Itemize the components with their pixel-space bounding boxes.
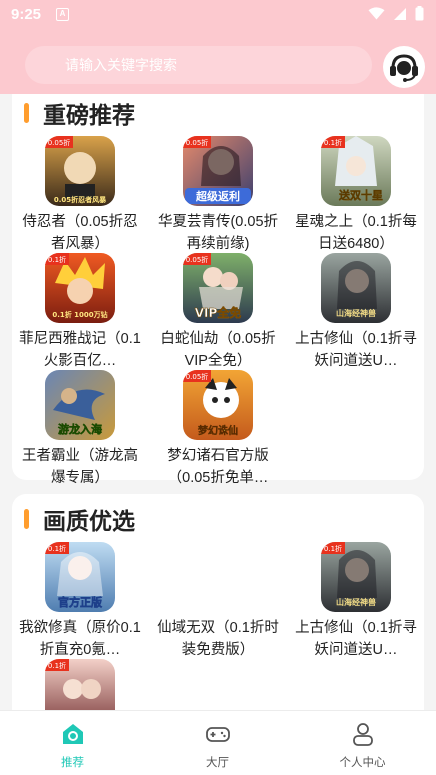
game-badge: 0.05折	[186, 255, 209, 264]
game-item[interactable]: 0.05折 梦幻诛仙 梦幻诸石官方版（0.05折免单…	[150, 370, 286, 489]
game-icon	[183, 542, 253, 612]
tab-recommend[interactable]: 推荐	[0, 711, 145, 775]
tab-label: 大厅	[206, 757, 229, 769]
game-badge: 0.1折	[324, 138, 342, 147]
home-icon	[62, 724, 83, 744]
game-item[interactable]: 0.1折 官方正版 我欲修真（原价0.1折直充0氪…	[12, 542, 148, 661]
game-caption: 送双十星	[338, 188, 383, 202]
top-header	[0, 32, 436, 94]
section-card-quality: 画质优选 0.1折 官方正版 我欲修真（原价0.1折直充0氪… 仙域无双（0.1…	[12, 494, 424, 710]
game-item[interactable]: 0.05折 VIP全免 白蛇仙劫（0.05折VIP全免）	[150, 253, 286, 372]
game-item[interactable]: 0.1折	[12, 659, 148, 710]
game-item[interactable]: 0.1折 山海经神兽 上古修仙（0.1折寻妖问道送U…	[288, 542, 424, 661]
game-caption: 山海经神兽	[336, 308, 376, 318]
game-badge: 0.05折	[48, 138, 71, 147]
game-icon: 0.1折 官方正版	[45, 542, 115, 612]
section-card-featured: 重磅推荐 0.05折 0.05折忍者风暴 侍忍者（0.05折忍者风暴） 0.05…	[12, 94, 424, 486]
person-icon	[352, 723, 373, 746]
game-icon: 0.1折 山海经神兽	[321, 542, 391, 612]
game-badge: 0.1折	[324, 544, 342, 553]
game-item[interactable]: 0.05折 0.05折忍者风暴 侍忍者（0.05折忍者风暴）	[12, 136, 148, 255]
game-icon: 0.1折 0.1折 1000万钻	[45, 253, 115, 323]
game-icon: 0.05折 VIP全免	[183, 253, 253, 323]
game-name: 梦幻诸石官方版（0.05折免单…	[167, 448, 269, 486]
game-item[interactable]: 仙域无双（0.1折时装免费版）	[150, 542, 286, 661]
section-title: 重磅推荐	[43, 102, 135, 128]
section-accent-bar	[24, 103, 29, 123]
customer-service-button[interactable]	[383, 46, 425, 88]
search-box[interactable]	[25, 46, 372, 84]
search-input[interactable]	[25, 46, 372, 84]
game-icon: 游龙入海	[45, 370, 115, 440]
game-caption: 0.05折忍者风暴	[54, 195, 107, 204]
game-name: 我欲修真（原价0.1折直充0氪…	[19, 620, 141, 658]
game-name: 侍忍者（0.05折忍者风暴）	[22, 214, 138, 252]
game-name: 仙域无双（0.1折时装免费版）	[157, 620, 279, 658]
system-icons	[368, 6, 424, 21]
tab-profile[interactable]: 个人中心	[290, 711, 435, 775]
game-icon: 0.05折 梦幻诛仙	[183, 370, 253, 440]
game-caption: VIP全免	[195, 305, 242, 320]
game-item[interactable]: 0.05折 超级返利 华夏芸青传(0.05折再续前缘)	[150, 136, 286, 255]
tab-lobby[interactable]: 大厅	[145, 711, 290, 775]
game-name: 上古修仙（0.1折寻妖问道送U…	[295, 331, 417, 369]
cell-signal-icon	[394, 7, 406, 20]
game-icon: 0.05折 超级返利	[183, 136, 253, 206]
game-caption: 官方正版	[58, 595, 102, 609]
game-badge: 0.05折	[186, 372, 209, 381]
tab-label: 推荐	[61, 757, 84, 769]
game-item[interactable]: 山海经神兽 上古修仙（0.1折寻妖问道送U…	[288, 253, 424, 372]
status-bar: 9:25 A	[0, 0, 436, 32]
section-accent-bar	[24, 509, 29, 529]
bottom-tab-bar: 推荐 大厅 个人中心	[0, 710, 436, 775]
game-name: 上古修仙（0.1折寻妖问道送U…	[295, 620, 417, 658]
status-time: 9:25	[11, 6, 42, 23]
game-icon: 0.05折 0.05折忍者风暴	[45, 136, 115, 206]
section-title: 画质优选	[43, 508, 135, 534]
app-notification-icon: A	[56, 8, 69, 21]
game-icon: 0.1折 送双十星	[321, 136, 391, 206]
game-name: 星魂之上（0.1折每日送6480）	[295, 214, 417, 252]
game-badge: 0.1折	[48, 255, 66, 264]
game-badge: 0.1折	[48, 661, 66, 670]
wifi-icon	[368, 7, 385, 20]
section-header: 重磅推荐	[24, 98, 135, 128]
game-name: 华夏芸青传(0.05折再续前缘)	[157, 214, 279, 252]
game-name: 王者霸业（游龙高爆专属）	[22, 448, 138, 486]
gamepad-icon	[205, 727, 230, 742]
game-caption: 游龙入海	[58, 422, 102, 436]
game-icon: 山海经神兽	[321, 253, 391, 323]
tab-label: 个人中心	[339, 757, 386, 769]
battery-icon	[415, 6, 424, 21]
game-caption: 梦幻诛仙	[198, 424, 238, 437]
content-list[interactable]: 重磅推荐 0.05折 0.05折忍者风暴 侍忍者（0.05折忍者风暴） 0.05…	[0, 94, 436, 710]
game-badge: 0.05折	[186, 138, 209, 147]
game-item[interactable]: 游龙入海 王者霸业（游龙高爆专属）	[12, 370, 148, 489]
headset-icon	[390, 54, 418, 82]
game-caption: 0.1折 1000万钻	[52, 310, 107, 319]
game-icon: 0.1折	[45, 659, 115, 710]
game-item[interactable]: 0.1折 0.1折 1000万钻 菲尼西雅战记（0.1火影百亿…	[12, 253, 148, 372]
game-item[interactable]: 0.1折 送双十星 星魂之上（0.1折每日送6480）	[288, 136, 424, 255]
game-name: 菲尼西雅战记（0.1火影百亿…	[19, 331, 141, 369]
game-badge: 0.1折	[48, 544, 66, 553]
game-caption: 山海经神兽	[336, 597, 376, 607]
game-caption: 超级返利	[195, 189, 240, 203]
game-name: 白蛇仙劫（0.05折VIP全免）	[160, 331, 276, 369]
section-header: 画质优选	[24, 504, 135, 534]
